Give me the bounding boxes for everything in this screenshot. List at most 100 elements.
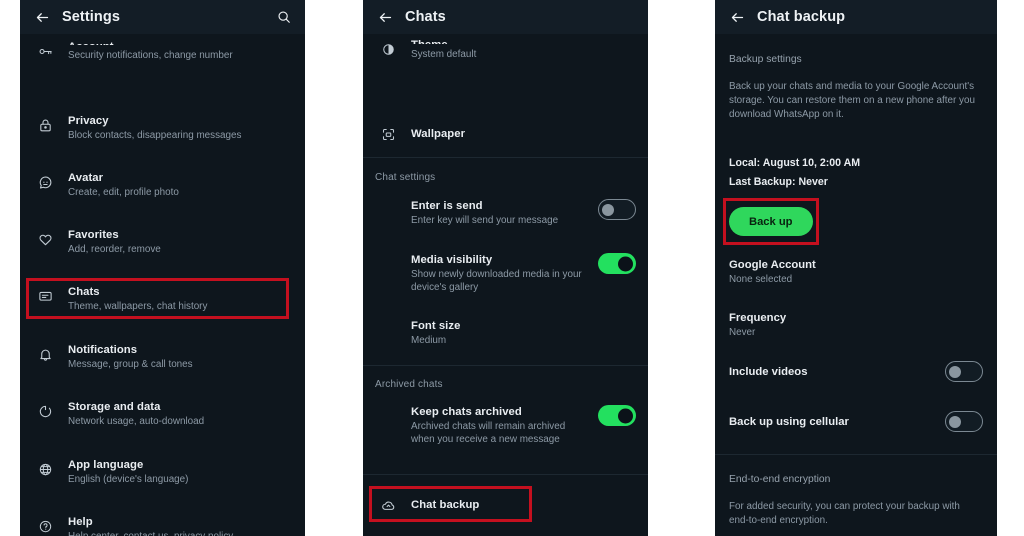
local-backup-line: Local: August 10, 2:00 AM	[729, 157, 861, 169]
phone-screen-settings: Settings Account Security notificati	[20, 0, 305, 536]
arrow-left-icon[interactable]	[375, 7, 395, 27]
chat-backup-content[interactable]: Backup settings Back up your chats and m…	[715, 34, 997, 536]
chats-setting-enter-is-send[interactable]: Enter is send Enter key will send your m…	[363, 199, 648, 227]
cloud-upload-icon	[375, 494, 401, 516]
help-icon	[32, 515, 58, 536]
settings-item-app-language[interactable]: App language English (device's language)	[20, 458, 305, 486]
setting-title: Frequency	[729, 312, 787, 324]
setting-include-videos[interactable]: Include videos	[715, 361, 997, 382]
setting-value: Never	[729, 327, 756, 338]
settings-item-account[interactable]: Account Security notifications, change n…	[20, 40, 305, 62]
chats-setting-title: Media visibility	[411, 254, 493, 266]
arrow-left-icon[interactable]	[727, 7, 747, 27]
chats-setting-title: Enter is send	[411, 200, 483, 212]
divider	[363, 157, 648, 158]
chat-backup-appbar: Chat backup	[715, 0, 997, 34]
settings-item-title: Avatar	[68, 172, 104, 184]
settings-item-subtitle: Network usage, auto-download	[68, 416, 205, 427]
chats-item-title: Wallpaper	[411, 128, 466, 140]
section-label-end-to-end-encryption: End-to-end encryption	[729, 474, 831, 485]
phone-screen-chat-backup: Chat backup Backup settings Back up your…	[715, 0, 997, 536]
setting-frequency[interactable]: Frequency Never	[715, 311, 997, 339]
key-icon	[32, 40, 58, 62]
backup-description: Back up your chats and media to your Goo…	[729, 81, 975, 120]
chats-item-title: Chat backup	[411, 499, 480, 511]
divider	[363, 365, 648, 366]
chats-item-wallpaper[interactable]: Wallpaper	[363, 123, 648, 145]
last-backup-line: Last Backup: Never	[729, 176, 828, 188]
setting-google-account[interactable]: Google Account None selected	[715, 258, 997, 286]
bell-icon	[32, 343, 58, 365]
settings-item-privacy[interactable]: Privacy Block contacts, disappearing mes…	[20, 114, 305, 142]
settings-appbar: Settings	[20, 0, 305, 34]
globe-icon	[32, 458, 58, 480]
settings-item-notifications[interactable]: Notifications Message, group & call tone…	[20, 343, 305, 371]
divider	[363, 474, 648, 475]
page-title: Chats	[405, 9, 446, 25]
end-to-end-description: For added security, you can protect your…	[729, 501, 960, 526]
settings-item-storage-and-data[interactable]: Storage and data Network usage, auto-dow…	[20, 400, 305, 428]
chats-setting-subtitle: Archived chats will remain archived when…	[411, 421, 566, 445]
toggle-enter-is-send[interactable]	[598, 199, 636, 220]
setting-back-up-using-cellular[interactable]: Back up using cellular	[715, 411, 997, 432]
chats-setting-media-visibility[interactable]: Media visibility Show newly downloaded m…	[363, 253, 648, 294]
settings-item-subtitle: Theme, wallpapers, chat history	[68, 301, 208, 312]
settings-item-subtitle: Add, reorder, remove	[68, 244, 161, 255]
chats-setting-subtitle: Enter key will send your message	[411, 215, 559, 226]
theme-icon	[375, 38, 401, 60]
page-title: Settings	[62, 9, 120, 25]
wallpaper-icon	[375, 123, 401, 145]
chats-list[interactable]: Theme System default Wallpaper	[363, 34, 648, 536]
toggle-keep-chats-archived[interactable]	[598, 405, 636, 426]
section-label-chat-settings: Chat settings	[375, 172, 436, 183]
settings-item-subtitle: Help center, contact us, privacy policy	[68, 530, 293, 536]
chats-setting-title: Font size	[411, 320, 461, 332]
chats-setting-keep-chats-archived[interactable]: Keep chats archived Archived chats will …	[363, 405, 648, 446]
avatar-icon	[32, 171, 58, 193]
search-icon[interactable]	[275, 8, 293, 26]
setting-title: Google Account	[729, 259, 816, 271]
toggle-media-visibility[interactable]	[598, 253, 636, 274]
chats-item-chat-backup[interactable]: Chat backup	[363, 494, 648, 516]
toggle-include-videos[interactable]	[945, 361, 983, 382]
settings-item-title: Privacy	[68, 115, 109, 127]
settings-item-chats[interactable]: Chats Theme, wallpapers, chat history	[20, 285, 305, 313]
settings-item-subtitle: Message, group & call tones	[68, 359, 193, 370]
arrow-left-icon[interactable]	[32, 7, 52, 27]
settings-item-title: Storage and data	[68, 401, 161, 413]
section-label-archived-chats: Archived chats	[375, 379, 443, 390]
settings-item-title: Notifications	[68, 344, 138, 356]
chat-icon	[32, 285, 58, 307]
settings-item-title: App language	[68, 459, 144, 471]
heart-icon	[32, 228, 58, 250]
chats-setting-subtitle: Show newly downloaded media in your devi…	[411, 269, 582, 293]
settings-item-help[interactable]: Help Help center, contact us, privacy po…	[20, 515, 305, 536]
toggle-back-up-using-cellular[interactable]	[945, 411, 983, 432]
chats-item-theme[interactable]: Theme System default	[363, 38, 648, 61]
chats-item-title: Theme	[411, 38, 636, 44]
chats-setting-subtitle: Medium	[411, 335, 447, 346]
page-title: Chat backup	[757, 9, 846, 25]
settings-item-title: Favorites	[68, 229, 119, 241]
settings-item-subtitle: Block contacts, disappearing messages	[68, 130, 242, 141]
settings-item-avatar[interactable]: Avatar Create, edit, profile photo	[20, 171, 305, 199]
screenshot-stage: Settings Account Security notificati	[0, 0, 1024, 536]
chats-appbar: Chats	[363, 0, 648, 34]
settings-list[interactable]: Account Security notifications, change n…	[20, 34, 305, 536]
divider	[715, 454, 997, 455]
refresh-icon	[32, 400, 58, 422]
settings-item-subtitle: English (device's language)	[68, 474, 189, 485]
settings-item-title: Account	[68, 40, 293, 45]
settings-item-title: Help	[68, 516, 93, 528]
setting-title: Back up using cellular	[729, 415, 849, 428]
back-up-button[interactable]: Back up	[729, 207, 813, 236]
settings-item-subtitle: Security notifications, change number	[68, 50, 233, 61]
setting-value: None selected	[729, 274, 793, 285]
chats-setting-font-size[interactable]: Font size Medium	[363, 319, 648, 347]
settings-item-subtitle: Create, edit, profile photo	[68, 187, 179, 198]
settings-item-favorites[interactable]: Favorites Add, reorder, remove	[20, 228, 305, 256]
